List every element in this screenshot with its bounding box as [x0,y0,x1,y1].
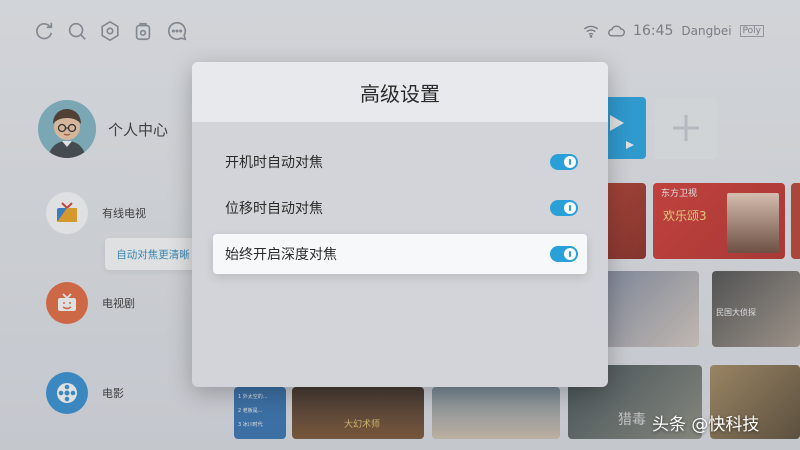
watermark: 头条 @快科技 [652,415,760,435]
option-autofocus-on-move[interactable]: 位移时自动对焦 [213,188,587,228]
dialog-title: 高级设置 [192,62,608,122]
toggle-knob [564,156,576,168]
advanced-settings-dialog: 高级设置 开机时自动对焦 位移时自动对焦 始终开启深度对焦 [192,62,608,387]
option-autofocus-on-boot[interactable]: 开机时自动对焦 [213,142,587,182]
toggle-knob [564,248,576,260]
option-label: 始终开启深度对焦 [225,247,337,263]
toggle-knob [564,202,576,214]
autofocus-on-boot-toggle[interactable] [550,154,578,170]
deep-focus-toggle[interactable] [550,246,578,262]
option-deep-focus[interactable]: 始终开启深度对焦 [213,234,587,274]
autofocus-on-move-toggle[interactable] [550,200,578,216]
option-label: 开机时自动对焦 [225,155,323,171]
option-label: 位移时自动对焦 [225,201,323,217]
